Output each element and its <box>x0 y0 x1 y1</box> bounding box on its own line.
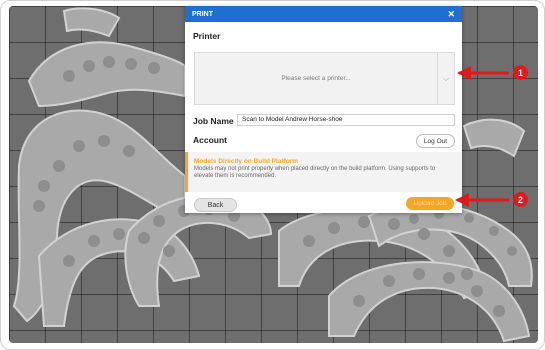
callout-badge-1: 1 <box>513 65 528 80</box>
annotation-arrows <box>455 66 509 207</box>
arrow-1 <box>457 66 509 80</box>
callout-badge-2: 2 <box>513 192 528 207</box>
arrow-2 <box>455 193 509 207</box>
screenshot-frame: PRINT ✕ Printer Please select a printer.… <box>0 0 545 350</box>
